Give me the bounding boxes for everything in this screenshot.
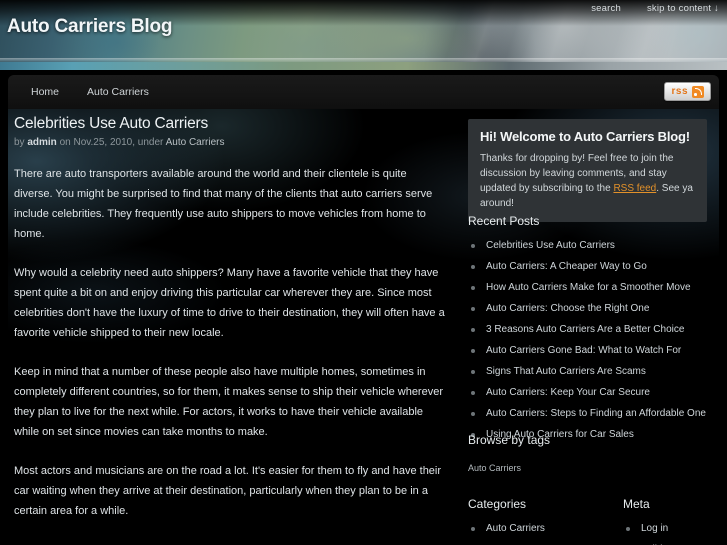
tags-widget: Browse by tags Auto Carriers	[468, 433, 711, 476]
list-item: Auto Carriers: A Cheaper Way to Go	[468, 260, 711, 273]
welcome-widget: Hi! Welcome to Auto Carriers Blog! Thank…	[468, 119, 707, 222]
primary-navbar: Home Auto Carriers rss	[8, 75, 719, 109]
recent-post-link[interactable]: Auto Carriers: Keep Your Car Secure	[486, 387, 650, 398]
content-wrapper: Celebrities Use Auto Carriers by admin o…	[8, 109, 719, 545]
rss-button[interactable]: rss	[664, 82, 711, 101]
list-item: Celebrities Use Auto Carriers	[468, 239, 711, 252]
category-link[interactable]: Auto Carriers	[486, 523, 545, 534]
post-category[interactable]: Auto Carriers	[166, 137, 225, 148]
list-item: Auto Carriers Gone Bad: What to Watch Fo…	[468, 344, 711, 357]
categories-title: Categories	[468, 497, 527, 511]
recent-post-link[interactable]: Signs That Auto Carriers Are Scams	[486, 366, 646, 377]
recent-post-link[interactable]: 3 Reasons Auto Carriers Are a Better Cho…	[486, 324, 684, 335]
meta-widget: Meta Log in Valid XHTML	[623, 497, 719, 545]
sidebar: Hi! Welcome to Auto Carriers Blog! Thank…	[459, 109, 719, 545]
nav-item-home[interactable]: Home	[17, 75, 73, 109]
skip-to-content-link[interactable]: skip to content ↓	[647, 3, 719, 14]
list-item: Auto Carriers: Keep Your Car Secure	[468, 386, 711, 399]
list-item: How Auto Carriers Make for a Smoother Mo…	[468, 281, 711, 294]
recent-post-link[interactable]: Auto Carriers: Steps to Finding an Affor…	[486, 408, 706, 419]
rss-button-label: rss	[671, 86, 688, 97]
post-meta-mid: on Nov.25, 2010, under	[59, 137, 166, 148]
meta-list: Log in Valid XHTML	[623, 522, 719, 545]
post-meta: by admin on Nov.25, 2010, under Auto Car…	[14, 137, 446, 148]
log-in-link[interactable]: Log in	[641, 523, 668, 534]
page-title: Auto Carriers Blog	[7, 16, 173, 37]
meta-title: Meta	[623, 497, 650, 511]
list-item: 3 Reasons Auto Carriers Are a Better Cho…	[468, 323, 711, 336]
list-item: Log in	[623, 522, 719, 535]
tag-link[interactable]: Auto Carriers	[468, 463, 521, 473]
list-item: Auto Carriers	[468, 522, 586, 535]
list-item: Signs That Auto Carriers Are Scams	[468, 365, 711, 378]
header-utility-nav: search skip to content ↓	[591, 3, 719, 14]
post-title: Celebrities Use Auto Carriers	[14, 115, 209, 132]
categories-list: Auto Carriers	[468, 522, 586, 535]
list-item: Auto Carriers: Choose the Right One	[468, 302, 711, 315]
welcome-title: Hi! Welcome to Auto Carriers Blog!	[480, 129, 690, 144]
article: Celebrities Use Auto Carriers by admin o…	[14, 115, 446, 545]
post-paragraph: There are auto transporters available ar…	[14, 168, 433, 240]
nav-item-auto-carriers[interactable]: Auto Carriers	[73, 75, 163, 109]
recent-posts-list: Celebrities Use Auto Carriers Auto Carri…	[468, 239, 711, 441]
post-paragraph: Most actors and musicians are on the roa…	[14, 465, 442, 517]
tags-title: Browse by tags	[468, 433, 551, 447]
primary-menu: Home Auto Carriers	[8, 75, 719, 109]
post-paragraph: Keep in mind that a number of these peop…	[14, 366, 443, 438]
header-bottom-band	[0, 62, 727, 70]
recent-post-link[interactable]: Celebrities Use Auto Carriers	[486, 240, 615, 251]
recent-posts-title: Recent Posts	[468, 214, 540, 228]
post-author[interactable]: admin	[27, 137, 56, 148]
recent-post-link[interactable]: Auto Carriers Gone Bad: What to Watch Fo…	[486, 345, 681, 356]
recent-post-link[interactable]: Auto Carriers: Choose the Right One	[486, 303, 649, 314]
rss-feed-icon	[692, 85, 704, 98]
post-paragraph-with-link: Who is using auto transporters? It's no …	[14, 540, 446, 545]
recent-post-link[interactable]: Auto Carriers: A Cheaper Way to Go	[486, 261, 647, 272]
welcome-text: Thanks for dropping by! Feel free to joi…	[480, 151, 695, 211]
rss-feed-link[interactable]: RSS feed	[613, 183, 656, 194]
post-meta-prefix: by	[14, 137, 28, 148]
list-item: Auto Carriers: Steps to Finding an Affor…	[468, 407, 711, 420]
post-paragraph: Why would a celebrity need auto shippers…	[14, 267, 445, 339]
recent-post-link[interactable]: How Auto Carriers Make for a Smoother Mo…	[486, 282, 691, 293]
categories-widget: Categories Auto Carriers	[468, 497, 586, 543]
page-root: search skip to content ↓ Auto Carriers B…	[0, 0, 727, 545]
search-link[interactable]: search	[591, 3, 621, 14]
recent-posts-widget: Recent Posts Celebrities Use Auto Carrie…	[468, 214, 711, 449]
